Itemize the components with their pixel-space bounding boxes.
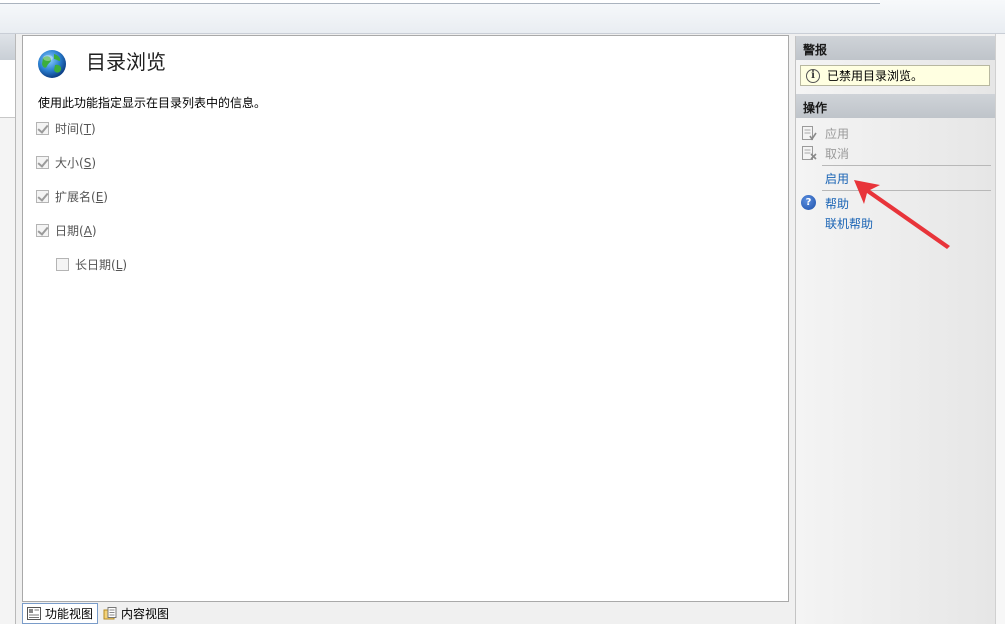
- apply-action[interactable]: 应用: [801, 124, 849, 142]
- size-access-key: S: [83, 155, 92, 170]
- globe-icon: [38, 50, 66, 78]
- tab-feature-view[interactable]: 功能视图: [22, 603, 99, 624]
- actions-header[interactable]: 操作: [796, 94, 996, 118]
- option-size[interactable]: 大小(S): [36, 154, 96, 170]
- page-title: 目录浏览: [86, 50, 166, 74]
- long-date-checkbox[interactable]: [56, 257, 69, 271]
- feature-panel: 目录浏览 使用此功能指定显示在目录列表中的信息。 时间(T) 大小(S) 扩展名…: [22, 35, 789, 602]
- apply-label: 应用: [825, 126, 850, 141]
- cancel-action[interactable]: 取消: [801, 144, 849, 162]
- right-scroll-edge[interactable]: [995, 34, 1005, 624]
- actions-pane: 警报 i 已禁用目录浏览。 操作 应用 取消 启用 ? 帮助 联机帮助: [795, 36, 996, 624]
- time-checkbox[interactable]: [36, 121, 49, 135]
- help-icon: ?: [801, 195, 816, 210]
- annotation-arrow-icon: [854, 180, 950, 249]
- connections-pane-edge: [0, 34, 16, 624]
- option-time[interactable]: 时间(T): [36, 120, 96, 136]
- extension-access-key: E: [95, 189, 104, 204]
- feature-view-label: 功能视图: [45, 607, 94, 621]
- apply-icon: [802, 126, 817, 141]
- info-icon: i: [806, 68, 820, 83]
- connections-pane-header: [0, 34, 15, 60]
- feature-description: 使用此功能指定显示在目录列表中的信息。: [38, 96, 267, 110]
- extension-checkbox[interactable]: [36, 189, 49, 203]
- cancel-label: 取消: [825, 146, 850, 161]
- date-access-key: A: [83, 223, 92, 238]
- option-date[interactable]: 日期(A): [36, 222, 97, 238]
- cancel-icon: [802, 146, 817, 160]
- option-extension[interactable]: 扩展名(E): [36, 188, 108, 204]
- tab-content-view[interactable]: 内容视图: [98, 603, 174, 624]
- separator: [822, 165, 991, 166]
- content-view-label: 内容视图: [121, 607, 170, 621]
- size-label: 大小: [55, 155, 80, 170]
- alerts-header[interactable]: 警报: [796, 36, 996, 60]
- feature-view-icon: [27, 607, 41, 620]
- extension-label: 扩展名: [55, 189, 92, 204]
- long-date-label: 长日期: [75, 257, 112, 272]
- alert-text: 已禁用目录浏览。: [827, 69, 924, 83]
- top-toolbar-strip: [0, 0, 1005, 34]
- alert-box: i 已禁用目录浏览。: [800, 65, 990, 86]
- date-checkbox[interactable]: [36, 223, 49, 237]
- connections-tree-edge[interactable]: [0, 60, 15, 118]
- option-long-date[interactable]: 长日期(L): [56, 256, 127, 272]
- view-tabs: 功能视图 内容视图: [22, 603, 174, 624]
- long-date-access-key: L: [115, 257, 123, 272]
- size-checkbox[interactable]: [36, 155, 49, 169]
- time-label: 时间: [55, 121, 80, 136]
- time-access-key: T: [83, 121, 92, 136]
- content-view-icon: [103, 607, 117, 620]
- address-bar-edge[interactable]: [0, 0, 880, 4]
- date-label: 日期: [55, 223, 80, 238]
